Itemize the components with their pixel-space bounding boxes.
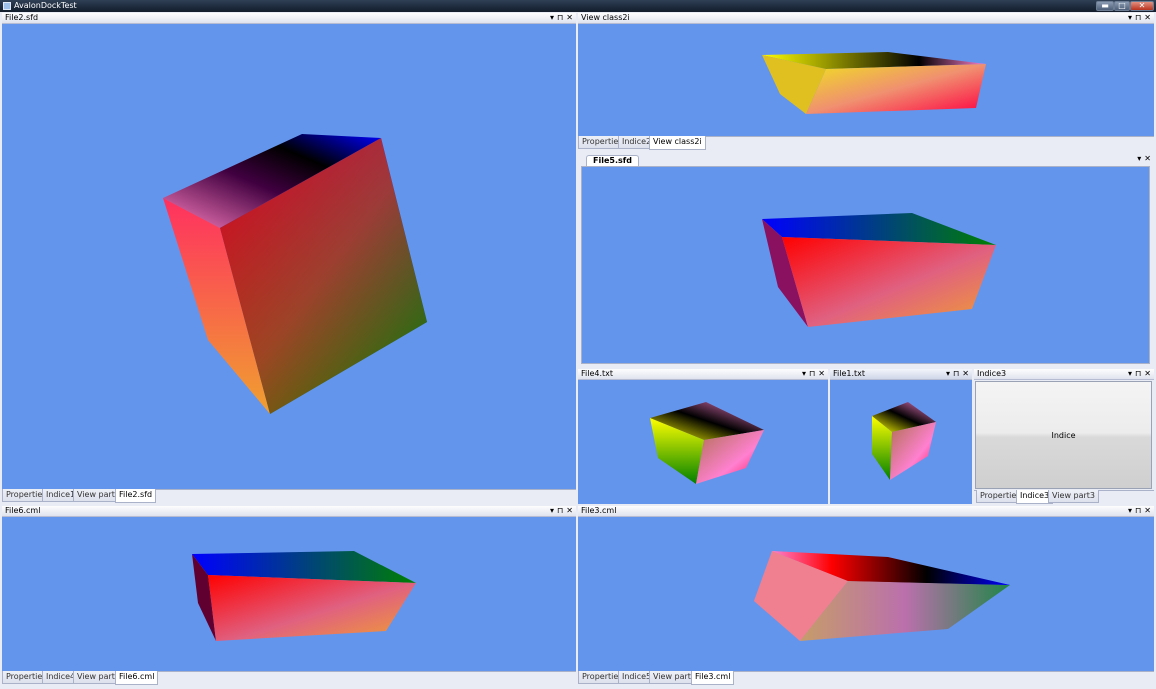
dropdown-icon[interactable]: ▾ — [1128, 369, 1132, 379]
pin-icon[interactable]: ⊓ — [809, 369, 815, 379]
close-icon[interactable]: ✕ — [818, 369, 825, 379]
cube-large — [163, 134, 427, 414]
pin-icon[interactable]: ⊓ — [953, 369, 959, 379]
pane-title: Indice3 — [977, 369, 1007, 378]
pane-header-file1: File1.txt ▾ ⊓ ✕ — [830, 369, 972, 380]
pane-title: File6.cml — [5, 506, 41, 515]
dropdown-icon[interactable]: ▾ — [550, 13, 554, 23]
dropdown-icon[interactable]: ▾ — [946, 369, 950, 379]
pane-title: File4.txt — [581, 369, 614, 378]
pane-title: View class2i — [581, 13, 630, 22]
viewport-viewclass2i[interactable] — [578, 24, 1154, 136]
viewport-file6[interactable] — [2, 517, 576, 671]
viewport-file5[interactable] — [581, 166, 1150, 364]
pane-header-file6: File6.cml ▾ ⊓ ✕ — [2, 506, 576, 517]
indice3-content: Indice — [975, 381, 1152, 489]
pane-header-file4: File4.txt ▾ ⊓ ✕ — [578, 369, 828, 380]
pin-icon[interactable]: ⊓ — [1135, 506, 1141, 516]
slab-bottom-left — [192, 551, 416, 641]
window-title: AvalonDockTest — [14, 1, 77, 10]
dropdown-icon[interactable]: ▾ — [1137, 154, 1141, 163]
slab-middle-right — [762, 213, 996, 327]
close-window-button[interactable]: ✕ — [1130, 1, 1154, 11]
pane-header-indice3: Indice3 ▾ ⊓ ✕ — [974, 369, 1154, 380]
indice-label: Indice — [1051, 431, 1076, 440]
tab-view-class2i[interactable]: View class2i — [649, 136, 706, 150]
pane-header-viewclass2i: View class2i ▾ ⊓ ✕ — [578, 13, 1154, 24]
pin-icon[interactable]: ⊓ — [1135, 369, 1141, 379]
pane-header-file3: File3.cml ▾ ⊓ ✕ — [578, 506, 1154, 517]
close-icon[interactable]: ✕ — [1144, 154, 1151, 163]
close-icon[interactable]: ✕ — [566, 13, 573, 23]
close-icon[interactable]: ✕ — [1144, 13, 1151, 23]
tabstrip-left-top: Properties Indice1 View part1 File2.sfd — [2, 489, 576, 503]
pane-title: File1.txt — [833, 369, 866, 378]
pane-header-file2: File2.sfd ▾ ⊓ ✕ — [2, 13, 576, 24]
slab-bottom-right — [754, 551, 1010, 641]
pin-icon[interactable]: ⊓ — [1135, 13, 1141, 23]
tab-file2-sfd[interactable]: File2.sfd — [115, 489, 157, 503]
pin-icon[interactable]: ⊓ — [557, 506, 563, 516]
pin-icon[interactable]: ⊓ — [557, 13, 563, 23]
dropdown-icon[interactable]: ▾ — [802, 369, 806, 379]
minimize-button[interactable]: ▬ — [1096, 1, 1114, 11]
dropdown-icon[interactable]: ▾ — [550, 506, 554, 516]
close-icon[interactable]: ✕ — [1144, 506, 1151, 516]
cube-small-file1 — [872, 402, 936, 480]
tabstrip-indice3: Properties Indice3 View part3 — [974, 490, 1154, 504]
document-tabbar: File5.sfd ▾ ✕ — [578, 152, 1154, 167]
dropdown-icon[interactable]: ▾ — [1128, 506, 1132, 516]
slab-top-right — [762, 52, 986, 114]
viewport-file4[interactable] — [578, 380, 828, 504]
window-title-bar: AvalonDockTest ▬ □ ✕ — [0, 0, 1156, 12]
tab-file3-cml[interactable]: File3.cml — [691, 671, 735, 685]
dropdown-icon[interactable]: ▾ — [1128, 13, 1132, 23]
tab-view-part3[interactable]: View part3 — [1048, 490, 1100, 503]
close-icon[interactable]: ✕ — [962, 369, 969, 379]
tabstrip-left-bottom: Properties Indice4 View part4 File6.cml — [2, 671, 576, 685]
tabstrip-right-bottom: Properties Indice5 View part5 File3.cml — [578, 671, 1154, 685]
maximize-button[interactable]: □ — [1114, 1, 1130, 11]
pane-title: File3.cml — [581, 506, 617, 515]
tabstrip-right-top: Properties Indice2 View class2i — [578, 136, 1154, 150]
viewport-file2[interactable] — [2, 24, 576, 489]
viewport-file3[interactable] — [578, 517, 1154, 671]
close-icon[interactable]: ✕ — [1144, 369, 1151, 379]
viewport-file1[interactable] — [830, 380, 972, 504]
app-icon — [3, 2, 11, 10]
tab-file6-cml[interactable]: File6.cml — [115, 671, 159, 685]
close-icon[interactable]: ✕ — [566, 506, 573, 516]
pane-title: File2.sfd — [5, 13, 39, 22]
cube-small-file4 — [650, 402, 764, 484]
